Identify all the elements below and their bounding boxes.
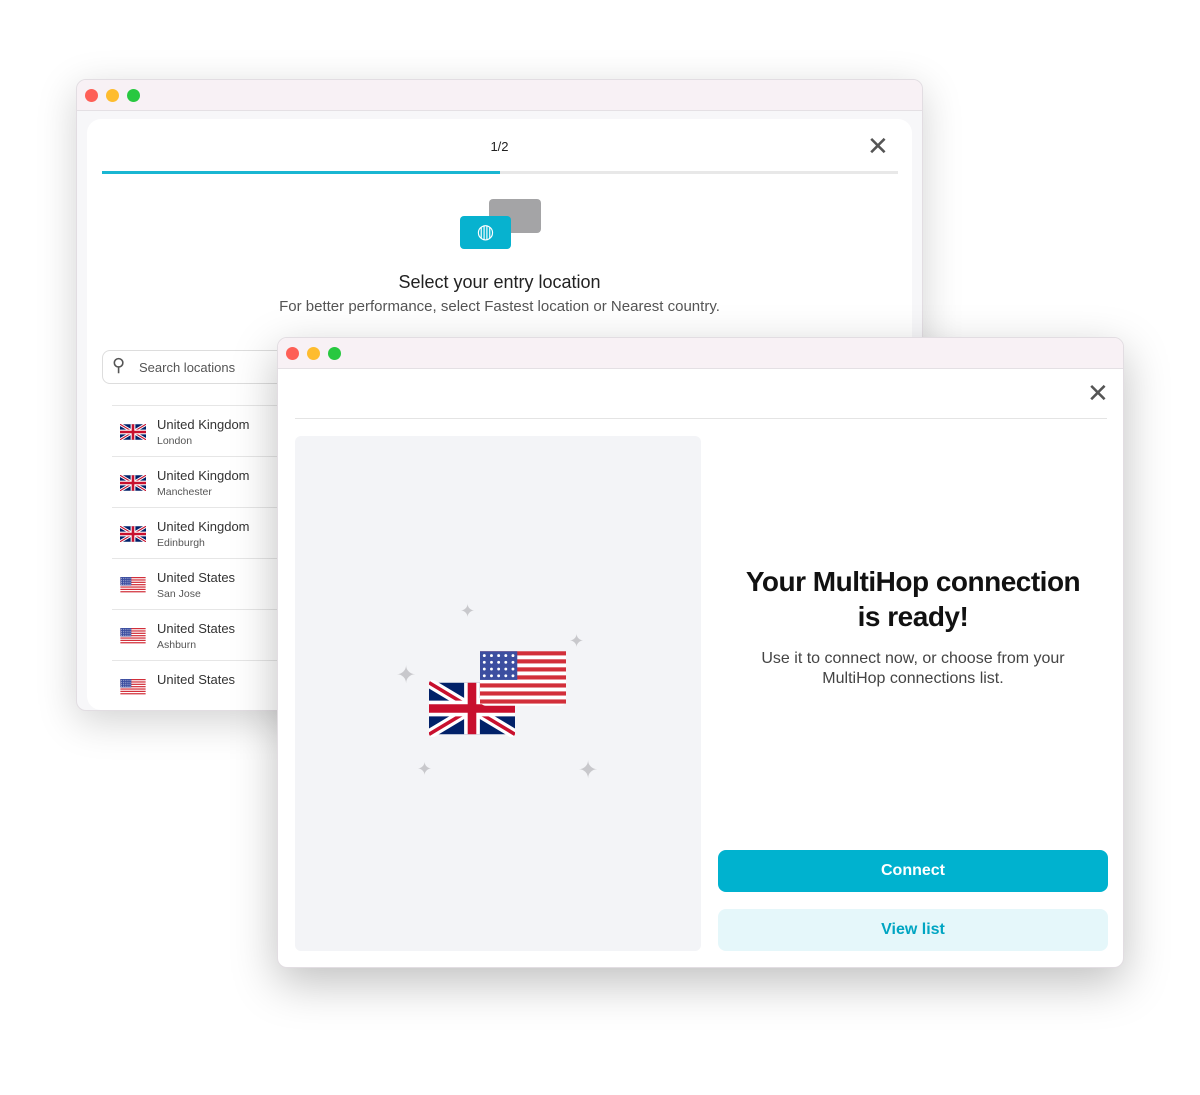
illustration-panel: ✦ ✦ ✦ ✦ ✦ bbox=[295, 436, 701, 951]
body-line: Use it to connect now, or choose from yo… bbox=[761, 650, 1065, 667]
sparkle-icon: ✦ bbox=[417, 759, 433, 779]
location-city: Manchester bbox=[157, 486, 212, 498]
location-city: Ashburn bbox=[157, 639, 197, 651]
us-flag-icon bbox=[480, 650, 566, 712]
location-city: San Jose bbox=[157, 588, 201, 600]
location-country: United States bbox=[157, 570, 236, 585]
minimize-window-button[interactable] bbox=[307, 347, 320, 360]
divider bbox=[295, 418, 1107, 419]
location-country: United States bbox=[157, 672, 236, 687]
location-city: Edinburgh bbox=[157, 537, 205, 549]
globe-icon: ◍ bbox=[460, 216, 511, 249]
title-bar bbox=[278, 338, 1123, 369]
uk-flag-icon bbox=[119, 473, 147, 496]
location-country: United Kingdom bbox=[157, 519, 250, 534]
us-flag-icon bbox=[120, 577, 146, 598]
sparkle-icon: ✦ bbox=[460, 601, 476, 621]
progress-fill bbox=[102, 171, 500, 174]
step-indicator: 1/2 bbox=[490, 139, 509, 154]
entry-title: Select your entry location bbox=[398, 272, 601, 292]
close-icon[interactable]: ✕ bbox=[867, 133, 889, 159]
entry-subtitle: For better performance, select Fastest l… bbox=[279, 298, 720, 315]
close-window-button[interactable] bbox=[286, 347, 299, 360]
connect-button[interactable]: Connect bbox=[718, 850, 1108, 892]
headline-line: is ready! bbox=[857, 601, 969, 632]
view-list-button[interactable]: View list bbox=[718, 909, 1108, 951]
zoom-window-button[interactable] bbox=[328, 347, 341, 360]
sparkle-icon: ✦ bbox=[396, 662, 417, 689]
search-placeholder: Search locations bbox=[139, 360, 236, 375]
close-icon[interactable]: ✕ bbox=[1087, 380, 1109, 406]
ready-body: Use it to connect now, or choose from yo… bbox=[718, 649, 1108, 689]
minimize-window-button[interactable] bbox=[106, 89, 119, 102]
progress-bar bbox=[102, 171, 898, 174]
us-flag-icon bbox=[120, 628, 146, 649]
body-line: MultiHop connections list. bbox=[822, 670, 1004, 687]
uk-flag-icon bbox=[119, 524, 147, 547]
zoom-window-button[interactable] bbox=[127, 89, 140, 102]
title-bar bbox=[77, 80, 922, 111]
uk-flag-icon bbox=[119, 422, 147, 445]
location-country: United Kingdom bbox=[157, 468, 250, 483]
headline-line: Your MultiHop connection bbox=[745, 566, 1081, 597]
sparkle-icon: ✦ bbox=[578, 757, 599, 784]
sparkle-icon: ✦ bbox=[569, 631, 585, 651]
location-country: United States bbox=[157, 621, 236, 636]
us-flag-icon bbox=[120, 679, 146, 700]
multihop-ready-window: ✕ ✦ ✦ ✦ ✦ ✦ Your MultiHop connection is … bbox=[277, 337, 1124, 968]
location-country: United Kingdom bbox=[157, 417, 250, 432]
close-window-button[interactable] bbox=[85, 89, 98, 102]
location-city: London bbox=[157, 435, 193, 447]
ready-headline: Your MultiHop connection is ready! bbox=[718, 564, 1108, 634]
search-icon: ⚲ bbox=[112, 355, 126, 375]
